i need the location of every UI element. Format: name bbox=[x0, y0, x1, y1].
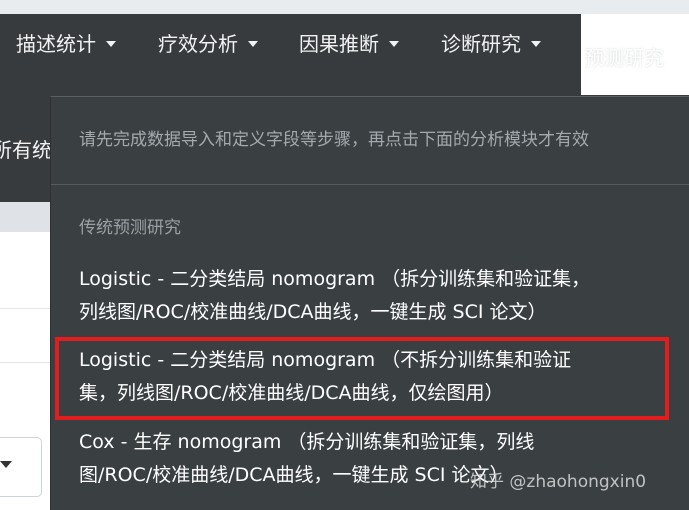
nav-label: 因果推断 bbox=[299, 32, 379, 56]
caret-down-icon bbox=[531, 40, 541, 47]
nav-efficacy-analysis[interactable]: 疗效分析 bbox=[158, 30, 258, 58]
subnav-fragment[interactable]: 所有统 bbox=[0, 134, 52, 163]
dropdown-divider bbox=[51, 184, 689, 185]
caret-down-icon bbox=[389, 40, 399, 47]
divider bbox=[0, 308, 52, 309]
nav-diagnostic-research[interactable]: 诊断研究 bbox=[441, 30, 541, 58]
highlight-box bbox=[55, 337, 669, 420]
menu-item-line: Logistic - 二分类结局 nomogram （拆分训练集和验证集， bbox=[79, 268, 591, 290]
dropdown-section-header: 传统预测研究 bbox=[79, 218, 181, 238]
menu-item-line: Cox - 生存 nomogram （拆分训练集和验证集，列线 bbox=[79, 431, 535, 453]
menu-item-logistic-split[interactable]: Logistic - 二分类结局 nomogram （拆分训练集和验证集， 列线… bbox=[79, 263, 669, 329]
watermark: 知乎 @zhaohongxin0 bbox=[470, 472, 647, 492]
nav-label: 疗效分析 bbox=[158, 32, 238, 56]
sub-navbar: 所有统 bbox=[0, 96, 52, 202]
caret-down-icon bbox=[0, 461, 12, 468]
caret-down-icon bbox=[248, 40, 258, 47]
caret-down-icon bbox=[106, 40, 116, 47]
nav-label: 诊断研究 bbox=[441, 32, 521, 56]
nav-label: 描述统计 bbox=[16, 32, 96, 56]
menu-item-line: 列线图/ROC/校准曲线/DCA曲线，一键生成 SCI 论文） bbox=[79, 301, 547, 323]
dropdown-note: 请先完成数据导入和定义字段等步骤，再点击下面的分析模块才有效 bbox=[79, 130, 589, 150]
left-band bbox=[0, 202, 52, 232]
top-strip bbox=[0, 0, 689, 14]
divider bbox=[0, 362, 52, 363]
nav-active-label: 预测研究 bbox=[584, 46, 664, 70]
nav-causal-inference[interactable]: 因果推断 bbox=[299, 30, 399, 58]
nav-descriptive-stats[interactable]: 描述统计 bbox=[16, 30, 116, 58]
